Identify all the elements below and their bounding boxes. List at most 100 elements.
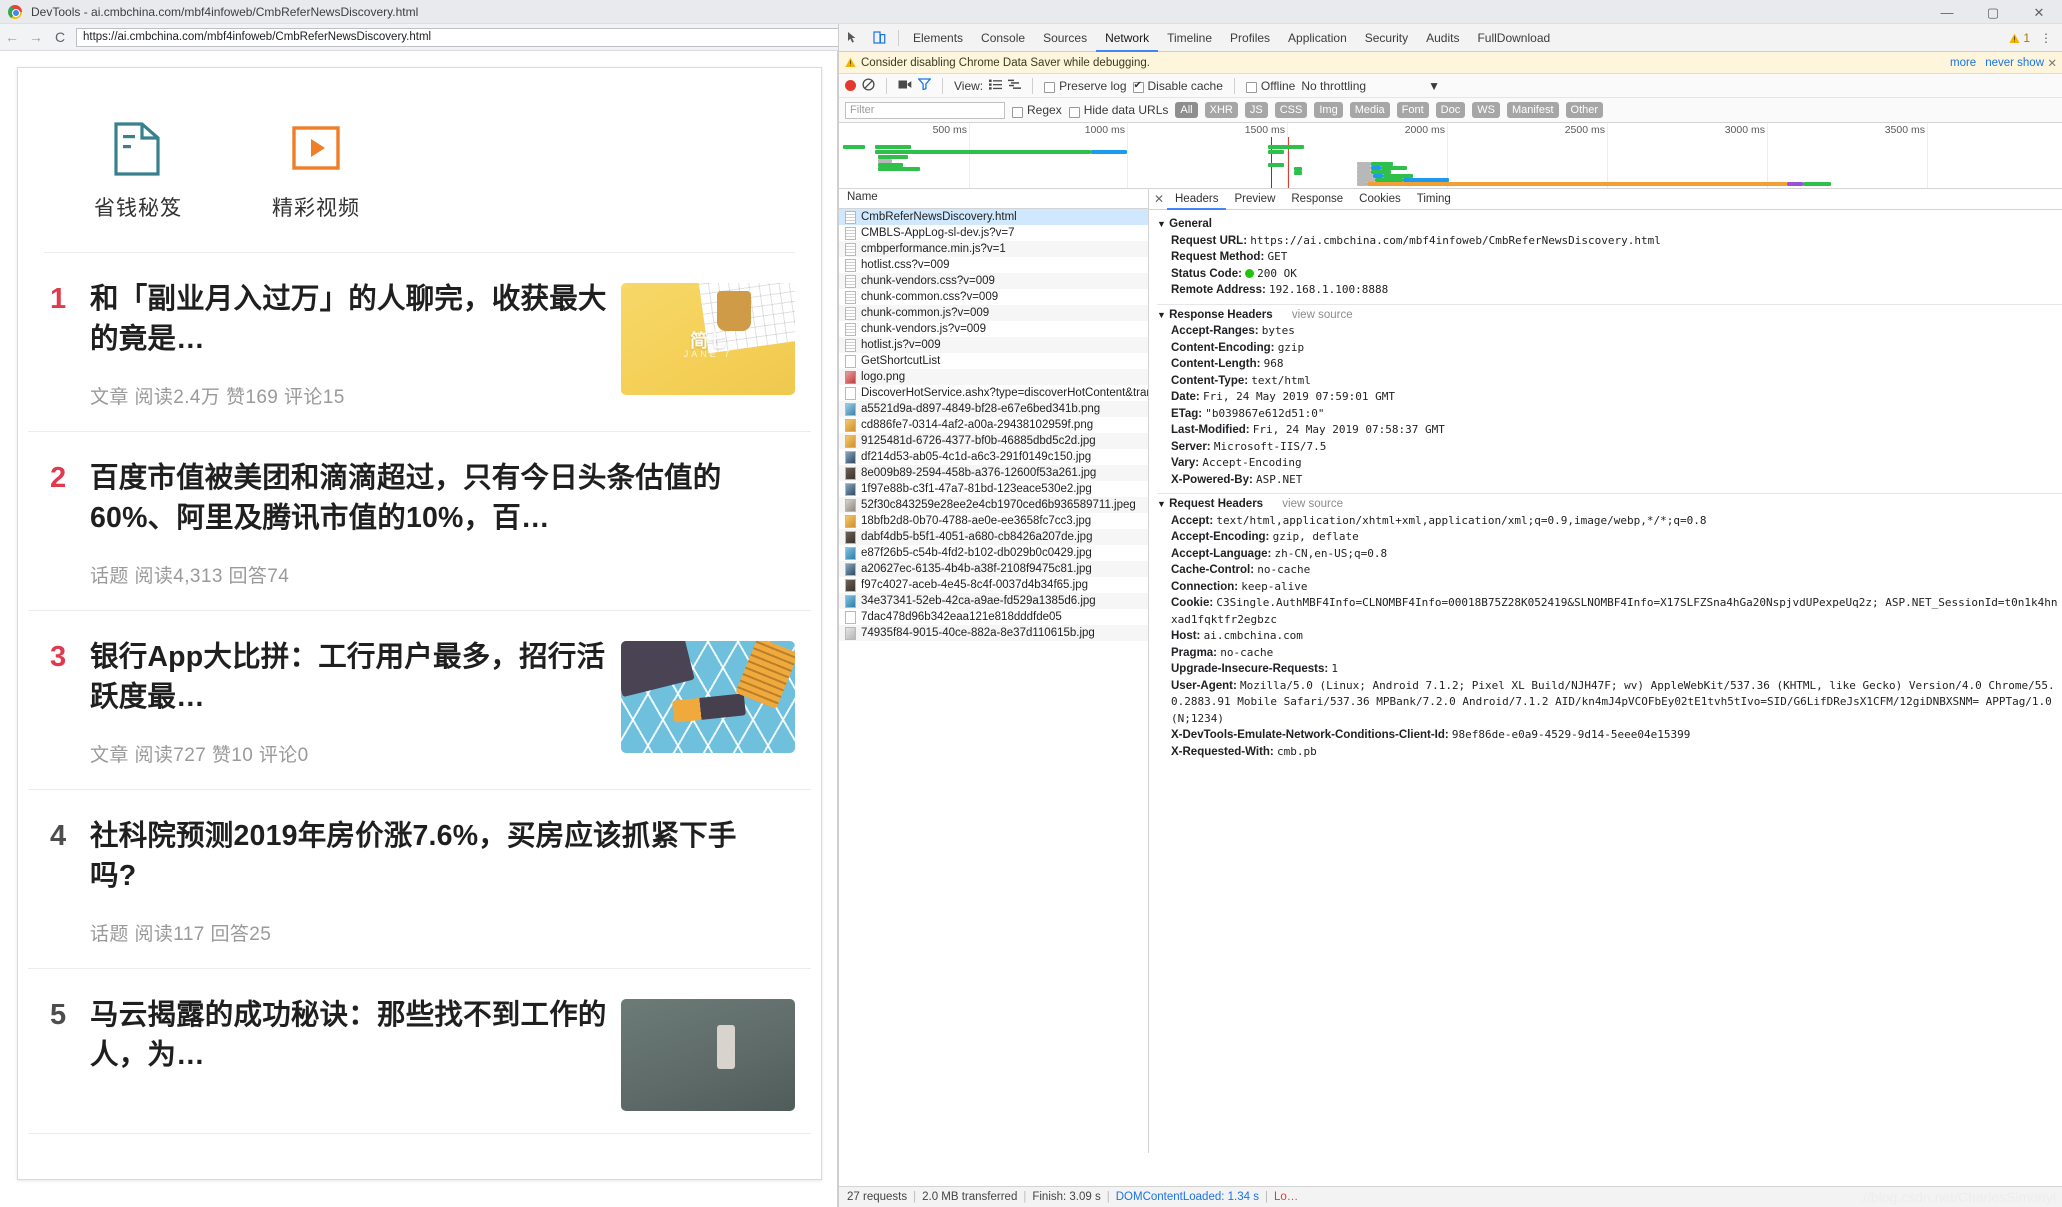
tab-application[interactable]: Application <box>1279 24 1356 52</box>
toggle-device-toolbar-icon[interactable] <box>866 24 893 52</box>
request-row[interactable]: GetShortcutList <box>839 353 1148 369</box>
more-options-icon[interactable]: ⋮ <box>2034 31 2058 45</box>
request-row[interactable]: dabf4db5-b5f1-4051-a680-cb8426a207de.jpg <box>839 529 1148 545</box>
request-list-column-header[interactable]: Name <box>839 189 1148 209</box>
shortcut-item-videos[interactable]: 精彩视频 <box>268 118 364 222</box>
reload-icon[interactable]: C <box>48 29 72 45</box>
tab-timeline[interactable]: Timeline <box>1158 24 1221 52</box>
record-button[interactable] <box>845 80 856 91</box>
chevron-down-icon[interactable]: ▼ <box>1428 79 1440 93</box>
detail-tab-headers[interactable]: Headers <box>1167 189 1226 210</box>
warning-badge[interactable]: 1 <box>2009 31 2030 45</box>
request-row[interactable]: chunk-vendors.css?v=009 <box>839 273 1148 289</box>
request-row[interactable]: chunk-vendors.js?v=009 <box>839 321 1148 337</box>
request-row[interactable]: 74935f84-9015-40ce-882a-8e37d110615b.jpg <box>839 625 1148 641</box>
close-detail-icon[interactable]: ✕ <box>1151 192 1167 206</box>
tab-console[interactable]: Console <box>972 24 1034 52</box>
view-source-link[interactable]: view source <box>1282 498 1343 510</box>
view-waterfall-icon[interactable] <box>1008 79 1021 93</box>
request-row[interactable]: 1f97e88b-c3f1-47a7-81bd-123eace530e2.jpg <box>839 481 1148 497</box>
request-row[interactable]: 52f30c843259e28ee2e4cb1970ced6b936589711… <box>839 497 1148 513</box>
request-row[interactable]: cmbperformance.min.js?v=1 <box>839 241 1148 257</box>
tab-sources[interactable]: Sources <box>1034 24 1096 52</box>
request-name: 7dac478d96b342eaa121e818dddfde05 <box>861 611 1062 623</box>
request-row[interactable]: cd886fe7-0314-4af2-a00a-29438102959f.png <box>839 417 1148 433</box>
banner-close-icon[interactable]: ✕ <box>2047 56 2057 70</box>
shortcut-item-saving-tips[interactable]: 省钱秘笈 <box>90 118 186 222</box>
article-list-item[interactable]: 3 银行App大比拼：工行用户最多，招行活跃度最… 文章 阅读727 赞10 评… <box>28 611 811 790</box>
filter-type-css[interactable]: CSS <box>1275 102 1308 118</box>
hide-data-urls-label: Hide data URLs <box>1084 103 1169 117</box>
request-row[interactable]: 34e37341-52eb-42ca-a9ae-fd529a1385d6.jpg <box>839 593 1148 609</box>
request-row[interactable]: e87f26b5-c54b-4fd2-b102-db029b0c0429.jpg <box>839 545 1148 561</box>
tab-security[interactable]: Security <box>1356 24 1417 52</box>
filter-type-js[interactable]: JS <box>1245 102 1268 118</box>
detail-tab-cookies[interactable]: Cookies <box>1351 189 1409 210</box>
request-row[interactable]: a20627ec-6135-4b4b-a38f-2108f9475c81.jpg <box>839 561 1148 577</box>
filter-type-media[interactable]: Media <box>1350 102 1390 118</box>
header-value: Mozilla/5.0 (Linux; Android 7.1.2; Pixel… <box>1171 679 2055 725</box>
banner-more-link[interactable]: more <box>1950 57 1976 69</box>
request-row[interactable]: logo.png <box>839 369 1148 385</box>
request-row[interactable]: 7dac478d96b342eaa121e818dddfde05 <box>839 609 1148 625</box>
regex-checkbox[interactable]: Regex <box>1012 103 1062 117</box>
capture-screenshots-icon[interactable] <box>898 79 912 93</box>
offline-checkbox[interactable]: Offline <box>1246 79 1295 93</box>
article-list-item[interactable]: 2 百度市值被美团和滴滴超过，只有今日头条估值的60%、阿里及腾讯市值的10%，… <box>28 432 811 611</box>
request-row[interactable]: 18bfb2d8-0b70-4788-ae0e-ee3658fc7cc3.jpg <box>839 513 1148 529</box>
inspect-element-icon[interactable] <box>839 24 866 52</box>
hide-data-urls-checkbox[interactable]: Hide data URLs <box>1069 103 1169 117</box>
article-list-item[interactable]: 5 马云揭露的成功秘诀：那些找不到工作的人，为… <box>28 969 811 1134</box>
detail-tab-timing[interactable]: Timing <box>1409 189 1459 210</box>
close-button[interactable]: ✕ <box>2016 0 2062 24</box>
request-row[interactable]: DiscoverHotService.ashx?type=discoverHot… <box>839 385 1148 401</box>
request-row[interactable]: CmbReferNewsDiscovery.html <box>839 209 1148 225</box>
request-row[interactable]: df214d53-ab05-4c1d-a6c3-291f0149c150.jpg <box>839 449 1148 465</box>
filter-type-all[interactable]: All <box>1175 102 1197 118</box>
filter-type-manifest[interactable]: Manifest <box>1507 102 1559 118</box>
disable-cache-checkbox[interactable]: Disable cache <box>1133 79 1223 93</box>
request-name: chunk-vendors.css?v=009 <box>861 275 995 287</box>
detail-tab-response[interactable]: Response <box>1283 189 1351 210</box>
detail-tab-preview[interactable]: Preview <box>1226 189 1283 210</box>
request-row[interactable]: CMBLS-AppLog-sl-dev.js?v=7 <box>839 225 1148 241</box>
clear-button[interactable] <box>862 78 875 94</box>
request-row[interactable]: 9125481d-6726-4377-bf0b-46885dbd5c2d.jpg <box>839 433 1148 449</box>
filter-input[interactable]: Filter <box>845 102 1005 119</box>
response-headers-section-title[interactable]: ▼ Response Headers view source <box>1157 308 2062 324</box>
filter-type-img[interactable]: Img <box>1314 102 1342 118</box>
preserve-log-checkbox[interactable]: Preserve log <box>1044 79 1126 93</box>
banner-never-show-link[interactable]: never show <box>1985 57 2044 69</box>
filter-type-other[interactable]: Other <box>1566 102 1604 118</box>
tab-network[interactable]: Network <box>1096 24 1158 52</box>
request-row[interactable]: hotlist.css?v=009 <box>839 257 1148 273</box>
filter-toggle-icon[interactable] <box>918 78 931 93</box>
network-overview-timeline[interactable]: 500 ms 1000 ms 1500 ms 2000 ms 2500 ms 3… <box>839 123 2062 189</box>
back-icon[interactable]: ← <box>0 29 24 45</box>
filter-type-doc[interactable]: Doc <box>1436 102 1466 118</box>
filter-type-ws[interactable]: WS <box>1472 102 1500 118</box>
tab-elements[interactable]: Elements <box>904 24 972 52</box>
filter-type-font[interactable]: Font <box>1397 102 1429 118</box>
request-row[interactable]: hotlist.js?v=009 <box>839 337 1148 353</box>
filter-type-xhr[interactable]: XHR <box>1205 102 1238 118</box>
tab-audits[interactable]: Audits <box>1417 24 1468 52</box>
request-row[interactable]: f97c4027-aceb-4e45-8c4f-0037d4b34f65.jpg <box>839 577 1148 593</box>
tab-fulldownload[interactable]: FullDownload <box>1468 24 1559 52</box>
throttling-select[interactable]: No throttling <box>1301 79 1366 93</box>
forward-icon[interactable]: → <box>24 29 48 45</box>
request-headers-section-title[interactable]: ▼ Request Headers view source <box>1157 497 2062 513</box>
request-list[interactable]: Name CmbReferNewsDiscovery.html CMBLS-Ap… <box>839 189 1149 1153</box>
request-row[interactable]: a5521d9a-d897-4849-bf28-e67e6bed341b.png <box>839 401 1148 417</box>
general-section-title[interactable]: ▼ General <box>1157 217 2062 233</box>
request-row[interactable]: chunk-common.css?v=009 <box>839 289 1148 305</box>
request-row[interactable]: 8e009b89-2594-458b-a376-12600f53a261.jpg <box>839 465 1148 481</box>
article-list-item[interactable]: 4 社科院预测2019年房价涨7.6%，买房应该抓紧下手吗? 话题 阅读117 … <box>28 790 811 969</box>
maximize-button[interactable]: ▢ <box>1970 0 2016 24</box>
tab-profiles[interactable]: Profiles <box>1221 24 1279 52</box>
view-source-link[interactable]: view source <box>1292 309 1353 321</box>
article-list-item[interactable]: 1 和「副业月入过万」的人聊完，收获最大的竟是… 文章 阅读2.4万 赞169 … <box>28 253 811 432</box>
view-list-icon[interactable] <box>989 79 1002 93</box>
request-row[interactable]: chunk-common.js?v=009 <box>839 305 1148 321</box>
minimize-button[interactable]: — <box>1924 0 1970 24</box>
